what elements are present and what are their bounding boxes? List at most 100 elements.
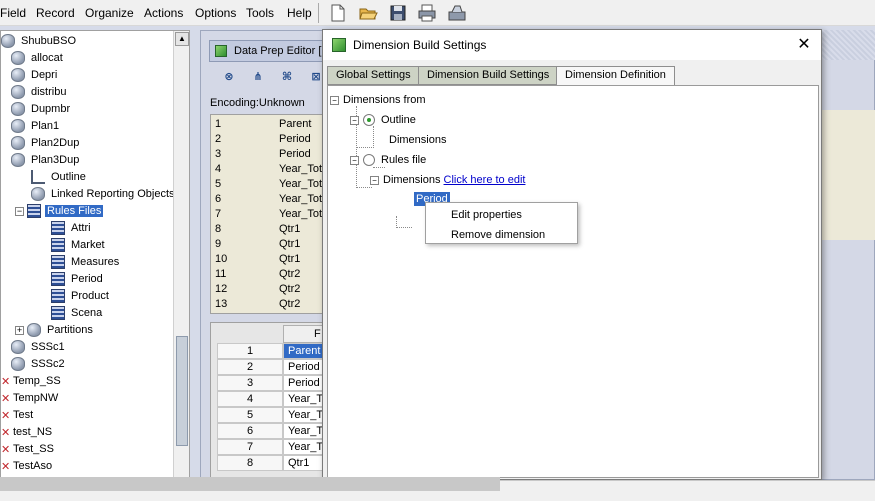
outline-option[interactable]: − Outline — [350, 113, 416, 127]
tree-item-test-ns[interactable]: ✕ test_NS — [1, 424, 54, 441]
table-row[interactable]: 3 Period — [211, 147, 326, 162]
scanner-icon[interactable] — [447, 3, 467, 23]
table-row[interactable]: 4 Year_To — [217, 391, 324, 407]
tree-item-tempnw[interactable]: ✕ TempNW — [1, 390, 60, 407]
tree-item-distribu[interactable]: distribu — [11, 84, 68, 101]
table-row[interactable]: 12 Qtr2 — [211, 282, 326, 297]
table-row[interactable]: 1 Parent — [211, 117, 326, 132]
click-here-to-edit-link[interactable]: Click here to edit — [444, 174, 526, 186]
expand-toggle-icon[interactable]: + — [15, 325, 24, 335]
menu-item-edit-properties[interactable]: Edit properties — [426, 205, 577, 225]
tree-item-rule-measures[interactable]: Measures — [51, 254, 121, 271]
table-row[interactable]: 8 Qtr1 — [211, 222, 326, 237]
tree-item-rule-product[interactable]: Product — [51, 288, 111, 305]
tree-item-rule-market[interactable]: Market — [51, 237, 107, 254]
tree-item-plan1[interactable]: Plan1 — [11, 118, 61, 135]
menu-bar: Field Record Organize Actions Options To… — [0, 0, 875, 26]
table-row[interactable]: 7 Year_To — [217, 439, 324, 455]
table-row[interactable]: 4 Year_Tot — [211, 162, 326, 177]
data-prep-editor-tab[interactable]: Data Prep Editor [L — [209, 40, 329, 62]
rules-file-radio[interactable] — [363, 154, 375, 167]
table-row[interactable]: 13 Qtr2 — [211, 297, 326, 312]
tree-item-linked-reporting-objects[interactable]: Linked Reporting Objects — [31, 186, 177, 203]
table-row[interactable]: 8 Qtr1 — [217, 455, 324, 471]
editor-tool-icon[interactable]: ⊗ — [221, 70, 237, 86]
menu-tools[interactable]: Tools — [246, 6, 274, 20]
dimension-definition-panel: − Dimensions from − Outline Dimensions − Ru… — [327, 85, 819, 478]
tree-item-rule-period[interactable]: Period — [51, 271, 105, 288]
rules-file-option[interactable]: − Rules file — [350, 153, 426, 167]
tree-item-rules-files[interactable]: − Rules Files — [15, 203, 104, 220]
tree-item-partitions[interactable]: + Partitions — [15, 322, 95, 339]
menu-organize[interactable]: Organize — [85, 6, 134, 20]
menu-actions[interactable]: Actions — [144, 6, 183, 20]
tree-item-dupmbr[interactable]: Dupmbr — [11, 101, 72, 118]
editor-icon — [215, 45, 227, 57]
tree-item-outline[interactable]: Outline — [31, 169, 88, 186]
outline-radio[interactable] — [363, 114, 375, 127]
table-row[interactable]: 7 Year_Tot — [211, 207, 326, 222]
table-row[interactable]: 6 Year_To — [217, 423, 324, 439]
tree-item-sssc2[interactable]: SSSc2 — [11, 356, 67, 373]
outline-tree[interactable]: ShubuBSO allocat Depri distribu Dupmbr P… — [0, 30, 190, 480]
lro-icon — [31, 187, 45, 202]
table-row[interactable]: 6 Year_Tot — [211, 192, 326, 207]
table-row[interactable]: 1 Parent — [217, 343, 324, 359]
menu-options[interactable]: Options — [195, 6, 236, 20]
table-row[interactable]: 9 Qtr1 — [211, 237, 326, 252]
tree-item-test[interactable]: ✕ Test — [1, 407, 35, 424]
tab-dimension-build-settings[interactable]: Dimension Build Settings — [418, 66, 559, 85]
menu-field[interactable]: Field — [0, 6, 26, 20]
table-row[interactable]: 5 Year_Tot — [211, 177, 326, 192]
tree-item-plan2dup[interactable]: Plan2Dup — [11, 135, 81, 152]
field-grid[interactable]: F 1 Parent 2 Period 3 Period 4 Year_To 5 Year… — [210, 322, 325, 480]
horizontal-scrollbar[interactable] — [0, 477, 500, 491]
tree-item-plan3dup[interactable]: Plan3Dup — [11, 152, 81, 169]
dimensions-from-node[interactable]: − Dimensions from — [330, 93, 426, 107]
save-icon[interactable] — [388, 3, 408, 23]
close-icon[interactable]: ✕ — [795, 36, 813, 54]
print-icon[interactable] — [417, 3, 437, 23]
table-row[interactable]: 5 Year_To — [217, 407, 324, 423]
menu-item-remove-dimension[interactable]: Remove dimension — [426, 225, 577, 245]
table-row[interactable]: 3 Period — [217, 375, 324, 391]
collapse-toggle-icon[interactable]: − — [15, 206, 24, 216]
table-row[interactable]: 2 Period — [217, 359, 324, 375]
collapse-toggle-icon[interactable]: − — [350, 115, 359, 125]
field-column-header[interactable]: F — [283, 325, 324, 343]
database-icon — [11, 153, 25, 168]
tab-dimension-definition[interactable]: Dimension Definition — [556, 66, 675, 86]
collapse-toggle-icon[interactable]: − — [370, 175, 379, 185]
rules-dimensions-node[interactable]: − Dimensions Click here to edit — [370, 173, 525, 187]
scroll-thumb[interactable] — [176, 336, 188, 446]
tree-item-allocat[interactable]: allocat — [11, 50, 65, 67]
tree-item-shububso[interactable]: ShubuBSO — [1, 33, 78, 50]
new-document-icon[interactable] — [328, 3, 348, 23]
dialog-title-bar[interactable]: Dimension Build Settings ✕ — [323, 30, 821, 60]
tree-item-depri[interactable]: Depri — [11, 67, 59, 84]
menu-help[interactable]: Help — [287, 6, 312, 20]
tree-item-sssc1[interactable]: SSSc1 — [11, 339, 67, 356]
tab-global-settings[interactable]: Global Settings — [327, 66, 420, 85]
collapse-toggle-icon[interactable]: − — [330, 95, 339, 105]
tree-item-rule-scena[interactable]: Scena — [51, 305, 104, 322]
tree-item-testaso[interactable]: ✕ TestAso — [1, 458, 54, 475]
editor-tool-icon[interactable]: ⌘ — [279, 70, 295, 86]
data-source-grid[interactable]: 1 Parent 2 Period 3 Period 4 Year_Tot 5 Year_… — [210, 114, 325, 314]
open-folder-icon[interactable] — [358, 3, 378, 23]
menu-record[interactable]: Record — [36, 6, 75, 20]
collapse-toggle-icon[interactable]: − — [350, 155, 359, 165]
outline-dimensions-node[interactable]: Dimensions — [389, 133, 446, 147]
scroll-up-icon[interactable]: ▲ — [175, 32, 189, 46]
table-row[interactable]: 11 Qtr2 — [211, 267, 326, 282]
table-row[interactable]: 10 Qtr1 — [211, 252, 326, 267]
table-row[interactable]: 2 Period — [211, 132, 326, 147]
tree-scrollbar[interactable]: ▲ — [173, 31, 189, 479]
tree-item-temp-ss[interactable]: ✕ Temp_SS — [1, 373, 63, 390]
database-icon — [11, 51, 25, 66]
database-icon — [11, 119, 25, 134]
database-icon — [11, 68, 25, 83]
tree-item-rule-attri[interactable]: Attri — [51, 220, 93, 237]
tree-item-test-ss[interactable]: ✕ Test_SS — [1, 441, 56, 458]
editor-tool-icon[interactable]: ⋔ — [250, 70, 266, 86]
